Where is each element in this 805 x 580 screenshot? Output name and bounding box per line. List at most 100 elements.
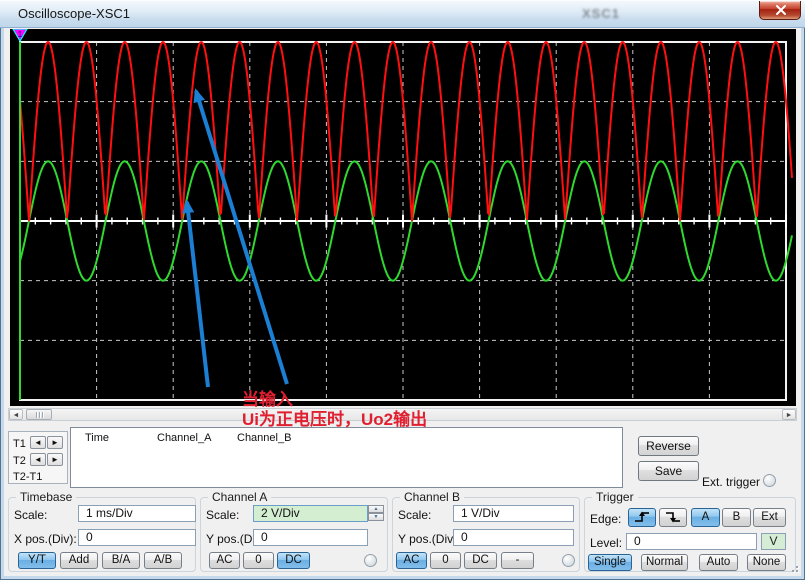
trigger-level-unit: V <box>761 533 786 550</box>
t1-label: T1 <box>13 438 26 450</box>
ab-mode-button[interactable]: A/B <box>144 552 182 569</box>
channel-a-legend: Channel A <box>208 490 271 504</box>
timebase-group: Timebase Scale: 1 ms/Div X pos.(Div): 0 … <box>8 497 196 572</box>
channel-b-scale-field[interactable]: 1 V/Div <box>453 505 574 522</box>
timebase-legend: Timebase <box>16 490 76 504</box>
readout-table: Time Channel_A Channel_B <box>70 427 623 488</box>
channel-a-trace <box>20 42 792 220</box>
column-header-channel-a: Channel_A <box>157 432 211 444</box>
ext-trigger-label: Ext. trigger <box>702 475 760 489</box>
left-arrow-icon: ◄ <box>34 455 42 464</box>
rising-edge-icon <box>633 511 651 523</box>
grip-line-icon <box>42 412 43 418</box>
spinner-up-button[interactable]: ▲ <box>368 505 384 513</box>
schematic-watermark: XSC1 <box>582 6 620 21</box>
channel-a-scale-label: Scale: <box>206 508 239 522</box>
svg-text:1: 1 <box>18 30 23 39</box>
t1-increment-button[interactable]: ► <box>47 436 63 449</box>
t1-decrement-button[interactable]: ◄ <box>30 436 46 449</box>
ext-trigger-indicator <box>763 474 776 487</box>
trigger-edge-label: Edge: <box>590 512 621 526</box>
t2-t1-label: T2-T1 <box>13 471 42 483</box>
channel-a-scale-field[interactable]: 2 V/Div <box>253 505 368 522</box>
channel-a-indicator <box>364 554 377 567</box>
time-axis <box>20 215 786 228</box>
title-bar[interactable]: Oscilloscope-XSC1 XSC1 <box>0 0 805 28</box>
scope-display: 1 <box>10 29 796 406</box>
trigger-single-button[interactable]: Single <box>588 554 632 571</box>
channel-b-ypos-field[interactable]: 0 <box>453 529 574 546</box>
channel-a-ac-button[interactable]: AC <box>209 552 240 569</box>
grip-dot-icon <box>796 570 798 572</box>
channel-a-dc-button[interactable]: DC <box>277 552 310 569</box>
timebase-scale-field[interactable]: 1 ms/Div <box>78 505 196 522</box>
timebase-scale-label: Scale: <box>14 508 47 522</box>
add-mode-button[interactable]: Add <box>60 552 98 569</box>
grip-dot-icon <box>792 570 794 572</box>
timebase-xpos-field[interactable]: 0 <box>78 529 196 546</box>
trigger-source-ext-button[interactable]: Ext <box>753 508 786 527</box>
cursor-panel: T1 ◄ ► T2 ◄ ► T2-T1 <box>8 431 68 484</box>
trigger-normal-button[interactable]: Normal <box>641 554 688 571</box>
t1-cursor-marker[interactable]: 1 <box>13 29 27 41</box>
channel-b-zero-button[interactable]: 0 <box>430 552 461 569</box>
channel-b-legend: Channel B <box>400 490 464 504</box>
scroll-left-button[interactable]: ◄ <box>9 409 23 420</box>
channel-a-ypos-field[interactable]: 0 <box>253 529 368 546</box>
annotation-arrow <box>187 202 208 387</box>
close-icon <box>760 1 802 20</box>
annotation-line-2: Ui为正电压时，Uo2输出 <box>242 410 427 430</box>
right-arrow-icon: ► <box>786 412 793 419</box>
column-header-channel-b: Channel_B <box>237 432 291 444</box>
trigger-auto-button[interactable]: Auto <box>699 554 738 571</box>
reverse-button[interactable]: Reverse <box>638 436 699 456</box>
close-button[interactable] <box>759 1 801 20</box>
grip-dot-icon <box>796 566 798 568</box>
trigger-group: Trigger Edge: A B Ext Level: 0 V Single … <box>584 497 796 572</box>
channel-a-group: Channel A Scale: 2 V/Div ▲ ▼ Y pos.(Div)… <box>200 497 388 572</box>
save-button[interactable]: Save <box>638 461 699 481</box>
column-header-time: Time <box>85 432 109 444</box>
channel-b-indicator <box>562 554 575 567</box>
annotation-text: 当输入 Ui为正电压时，Uo2输出 <box>242 390 427 430</box>
right-arrow-icon: ► <box>51 438 59 447</box>
trigger-level-label: Level: <box>590 536 622 550</box>
down-arrow-icon: ▼ <box>374 514 379 520</box>
channel-b-ypos-label: Y pos.(Div): <box>398 532 460 546</box>
channel-b-minus-button[interactable]: - <box>501 552 534 569</box>
window-title: Oscilloscope-XSC1 <box>18 6 130 21</box>
annotation-line-1: 当输入 <box>242 390 427 410</box>
trigger-source-b-button[interactable]: B <box>722 508 751 527</box>
channel-a-zero-button[interactable]: 0 <box>243 552 274 569</box>
channel-b-scale-label: Scale: <box>398 508 431 522</box>
channel-b-dc-button[interactable]: DC <box>464 552 497 569</box>
left-arrow-icon: ◄ <box>13 412 20 419</box>
t2-decrement-button[interactable]: ◄ <box>30 453 46 466</box>
resize-grip[interactable] <box>786 564 802 578</box>
spinner-down-button[interactable]: ▼ <box>368 513 384 521</box>
yt-mode-button[interactable]: Y/T <box>18 552 56 569</box>
trigger-legend: Trigger <box>592 490 638 504</box>
left-arrow-icon: ◄ <box>34 438 42 447</box>
channel-b-group: Channel B Scale: 1 V/Div Y pos.(Div): 0 … <box>392 497 580 572</box>
trigger-level-field[interactable]: 0 <box>626 533 757 550</box>
t2-increment-button[interactable]: ► <box>47 453 63 466</box>
falling-edge-button[interactable] <box>659 508 687 527</box>
grip-line-icon <box>39 412 40 418</box>
grip-line-icon <box>36 412 37 418</box>
trigger-none-button[interactable]: None <box>747 554 786 571</box>
t2-label: T2 <box>13 455 26 467</box>
ba-mode-button[interactable]: B/A <box>102 552 140 569</box>
rising-edge-button[interactable] <box>628 508 656 527</box>
timebase-xpos-label: X pos.(Div): <box>14 532 77 546</box>
trigger-source-a-button[interactable]: A <box>691 508 720 527</box>
channel-a-scale-spinner: ▲ ▼ <box>368 505 384 522</box>
right-arrow-icon: ► <box>51 455 59 464</box>
scroll-right-button[interactable]: ► <box>782 409 796 420</box>
oscilloscope-window: Oscilloscope-XSC1 XSC1 1 当输入 Ui为正电压时，Uo2… <box>0 0 805 580</box>
falling-edge-icon <box>664 511 682 523</box>
scope-graticule: 1 <box>10 29 796 406</box>
up-arrow-icon: ▲ <box>374 506 379 512</box>
channel-b-ac-button[interactable]: AC <box>396 552 427 569</box>
scroll-thumb[interactable] <box>26 409 52 420</box>
